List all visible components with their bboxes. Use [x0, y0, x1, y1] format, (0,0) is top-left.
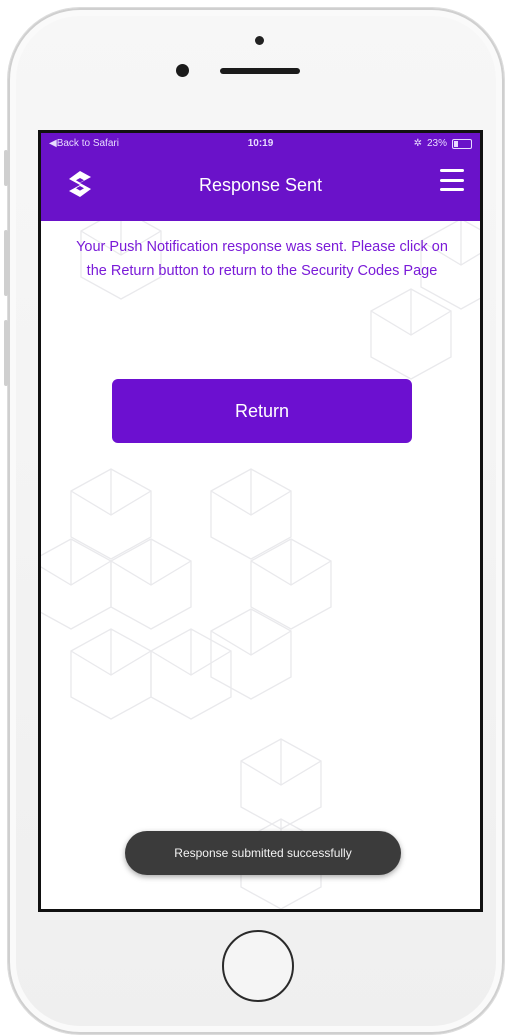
- volume-down-button: [4, 320, 8, 386]
- volume-up-button: [4, 230, 8, 296]
- front-camera: [255, 36, 264, 45]
- return-button[interactable]: Return: [112, 379, 412, 443]
- mute-switch: [4, 150, 8, 186]
- hamburger-menu-icon[interactable]: [440, 169, 464, 191]
- background-cube-pattern: [41, 221, 480, 909]
- response-message: Your Push Notification response was sent…: [76, 239, 448, 279]
- alarm-icon: ✲: [413, 138, 422, 149]
- page-title: Response Sent: [198, 175, 323, 195]
- proximity-sensor: [176, 64, 189, 77]
- earpiece-speaker: [220, 68, 300, 74]
- nav-bar: Response Sent: [41, 155, 480, 221]
- home-button[interactable]: [222, 930, 294, 1002]
- battery-icon: [452, 138, 472, 149]
- battery-percent: 23%: [426, 138, 447, 149]
- phone-screen: ◀Back to Safari 10:19 ✲ 23% Response Sen…: [38, 130, 483, 912]
- status-bar: ◀Back to Safari 10:19 ✲ 23%: [41, 133, 480, 155]
- status-right: ✲ 23%: [414, 138, 472, 149]
- success-toast: Response submitted successfully: [125, 831, 401, 875]
